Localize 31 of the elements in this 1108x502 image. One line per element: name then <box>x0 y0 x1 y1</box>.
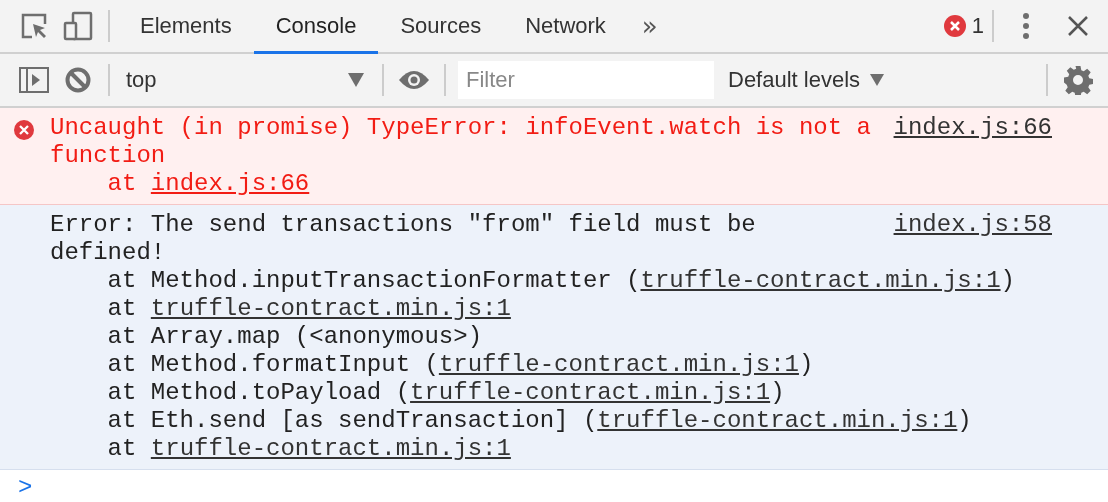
source-link[interactable]: truffle-contract.min.js:1 <box>438 351 799 378</box>
stack-frame: at Method.toPayload (truffle-contract.min.js:1) <box>50 379 785 407</box>
source-link[interactable]: truffle-contract.min.js:1 <box>410 379 771 406</box>
error-icon <box>14 120 34 140</box>
caret-icon <box>870 74 885 86</box>
source-link[interactable]: index.js:58 <box>893 211 1052 239</box>
stack-frame: at Method.inputTransactionFormatter (truffle-contract.min.js:1) <box>50 267 1015 295</box>
stack-frame: at truffle-contract.min.js:1 <box>50 295 511 323</box>
source-link[interactable]: index.js:66 <box>893 114 1052 142</box>
error-icon <box>943 15 966 37</box>
stack-frame: at truffle-contract.min.js:1 <box>50 435 511 463</box>
filter-field[interactable]: Filter <box>458 61 714 99</box>
more-tabs-button[interactable]: » <box>627 0 672 52</box>
message-text: Error: The send transactions "from" field must be defined! <box>50 211 757 267</box>
stack-frame: at Eth.send [as sendTransaction] (truffle-contract.min.js:1) <box>50 407 972 435</box>
source-link[interactable]: index.js:66 <box>150 170 310 197</box>
prompt-icon[interactable]: > <box>0 470 1108 502</box>
stack-frame: at Array.map (<anonymous>) <box>50 323 483 351</box>
levels-dropdown[interactable]: Default levels <box>714 67 899 93</box>
source-link[interactable]: truffle-contract.min.js:1 <box>640 267 1001 294</box>
tab[interactable]: Sources <box>378 0 504 54</box>
source-link[interactable]: truffle-contract.min.js:1 <box>597 407 958 434</box>
tab[interactable]: Network <box>503 0 628 54</box>
context-dropdown[interactable]: top <box>118 67 374 93</box>
source-link[interactable]: truffle-contract.min.js:1 <box>150 435 511 462</box>
source-link[interactable]: truffle-contract.min.js:1 <box>150 295 511 322</box>
tab[interactable]: Elements <box>118 0 254 54</box>
error-count: 1 <box>971 13 984 39</box>
stack-frame: at index.js:66 <box>50 170 310 198</box>
stack-frame: at Method.formatInput (truffle-contract.min.js:1) <box>50 351 814 379</box>
caret-icon <box>348 73 364 87</box>
